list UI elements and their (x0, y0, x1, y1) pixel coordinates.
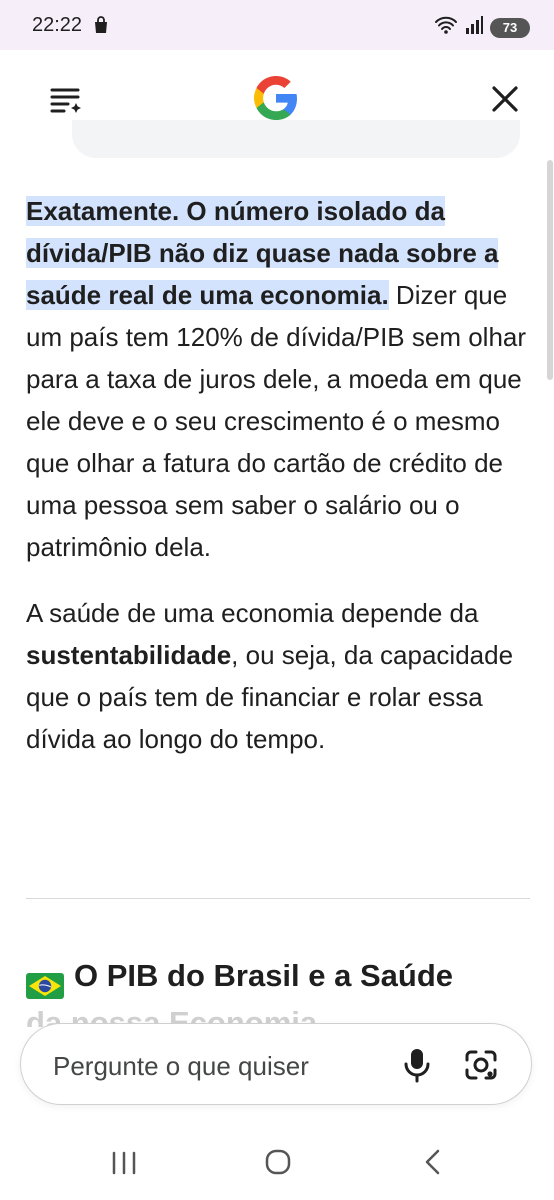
lens-camera-button[interactable] (461, 1046, 501, 1084)
back-chevron-icon (425, 1149, 440, 1175)
close-button[interactable] (488, 82, 522, 116)
home-icon (265, 1149, 291, 1175)
google-logo (250, 72, 302, 124)
brazil-flag-icon (26, 963, 64, 999)
battery-indicator: 73 (490, 17, 530, 38)
bold-term: sustentabilidade (26, 640, 232, 670)
shopping-bag-icon (92, 16, 110, 39)
status-time: 22:22 (32, 14, 83, 36)
previous-message-card (72, 120, 520, 158)
wifi-icon (434, 15, 458, 40)
back-button[interactable] (422, 1148, 444, 1181)
divider (26, 898, 530, 899)
system-navigation-bar (0, 1120, 554, 1200)
section-heading-text: O PIB do Brasil e a Saúde (74, 958, 454, 993)
section-heading: O PIB do Brasil e a Saúde (26, 950, 531, 1002)
voice-input-button[interactable] (399, 1046, 435, 1084)
response-paragraph-2: A saúde de uma economia depende da suste… (26, 592, 531, 760)
response-content: Exatamente. O número isolado da dívida/P… (26, 190, 531, 784)
home-button[interactable] (264, 1148, 292, 1181)
recent-apps-button[interactable] (110, 1150, 138, 1181)
paragraph-text: A saúde de uma economia depende da (26, 598, 479, 628)
recent-apps-icon (112, 1151, 136, 1175)
paragraph-text: Dizer que um país tem 120% de dívida/PIB… (26, 280, 527, 562)
google-lens-icon (465, 1050, 497, 1080)
list-sparkle-icon (50, 88, 81, 113)
status-icons: 73 (434, 15, 530, 40)
microphone-icon (404, 1049, 430, 1083)
prompt-input[interactable] (51, 1048, 385, 1084)
prompt-input-bar (20, 1023, 532, 1105)
response-paragraph-1: Exatamente. O número isolado da dívida/P… (26, 190, 531, 568)
history-menu-button[interactable] (48, 82, 84, 118)
scrollbar[interactable] (547, 160, 553, 380)
close-icon (492, 86, 518, 112)
signal-icon (464, 15, 484, 40)
status-bar: 22:22 73 (0, 0, 554, 50)
